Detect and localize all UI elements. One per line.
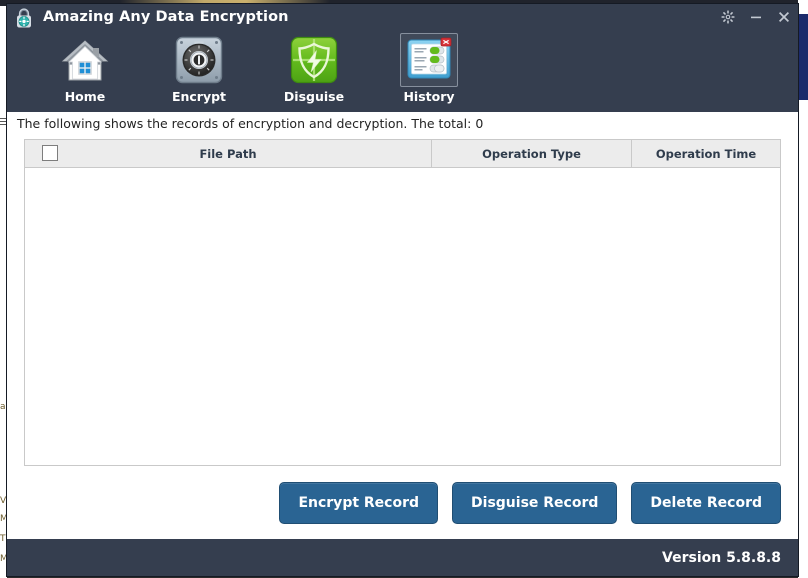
application-window: Amazing Any Data Encryption Home Encrypt… xyxy=(7,4,798,576)
select-all-checkbox[interactable] xyxy=(42,145,58,161)
toolbar-label-home: Home xyxy=(64,89,106,104)
safe-dial-icon xyxy=(170,33,228,87)
window-title: Amazing Any Data Encryption xyxy=(43,9,289,25)
encrypt-record-button[interactable]: Encrypt Record xyxy=(279,482,439,524)
column-header-operation-time[interactable]: Operation Time xyxy=(632,140,780,167)
history-table: File Path Operation Type Operation Time xyxy=(24,139,781,466)
desktop-left-text: a V M T M xyxy=(0,402,8,564)
column-header-file-path-label: File Path xyxy=(199,146,257,161)
delete-record-button[interactable]: Delete Record xyxy=(631,482,781,524)
toolbar-item-history[interactable]: History xyxy=(377,32,481,112)
toolbar-label-disguise: Disguise xyxy=(283,89,345,104)
disguise-record-button[interactable]: Disguise Record xyxy=(452,482,618,524)
toolbar-item-encrypt[interactable]: Encrypt xyxy=(147,32,251,112)
toolbar-item-disguise[interactable]: Disguise xyxy=(262,32,366,112)
desktop-bottom-strip xyxy=(0,566,7,578)
column-header-operation-type-label: Operation Type xyxy=(482,146,581,161)
main-toolbar: Home Encrypt Disguise History xyxy=(7,32,798,112)
title-bar[interactable]: Amazing Any Data Encryption xyxy=(7,4,798,32)
close-icon[interactable] xyxy=(776,8,792,26)
desktop-right-strip xyxy=(798,0,808,578)
padlock-icon xyxy=(12,6,36,30)
history-window-icon xyxy=(400,33,458,87)
version-label: Version 5.8.8.8 xyxy=(662,549,781,566)
toolbar-label-encrypt: Encrypt xyxy=(171,89,227,104)
column-header-operation-time-label: Operation Time xyxy=(655,146,757,161)
gear-icon[interactable] xyxy=(720,8,736,26)
status-footer: Version 5.8.8.8 xyxy=(7,539,798,576)
shield-bolt-icon xyxy=(285,33,343,87)
column-header-file-path[interactable]: File Path xyxy=(25,140,432,167)
column-header-operation-type[interactable]: Operation Type xyxy=(432,140,632,167)
table-body-empty xyxy=(25,168,780,465)
toolbar-item-home[interactable]: Home xyxy=(33,32,137,112)
action-button-row: Encrypt Record Disguise Record Delete Re… xyxy=(7,479,798,527)
table-header-row: File Path Operation Type Operation Time xyxy=(25,140,780,168)
info-text: The following shows the records of encry… xyxy=(7,112,798,140)
toolbar-label-history: History xyxy=(403,89,455,104)
minimize-icon[interactable] xyxy=(748,8,764,26)
home-icon xyxy=(56,33,114,87)
window-controls xyxy=(720,8,792,26)
desktop-right-blue-panel xyxy=(798,14,808,100)
